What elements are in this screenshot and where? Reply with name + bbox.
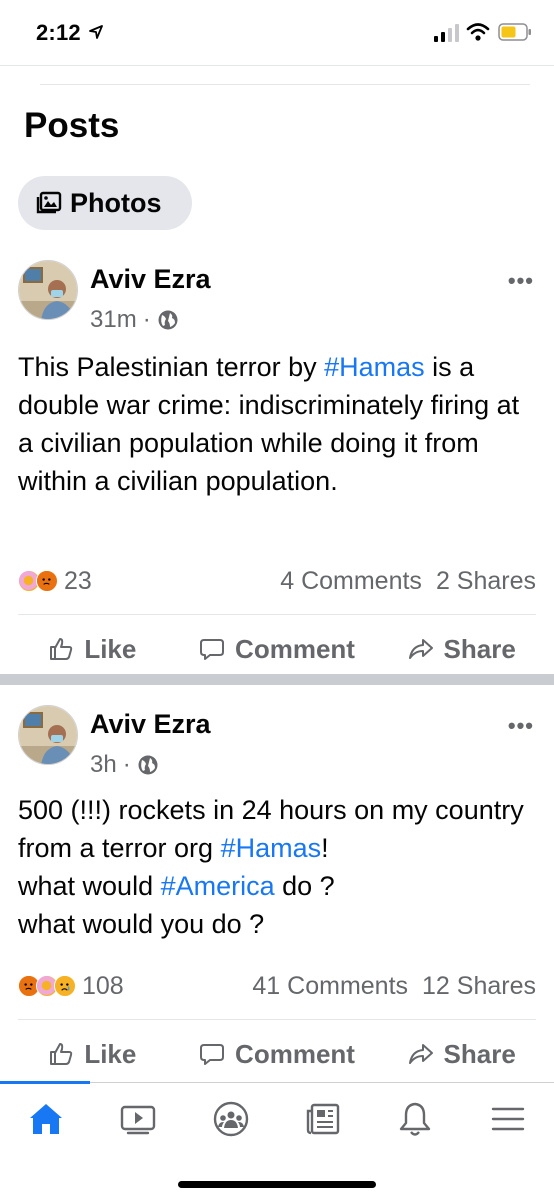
share-button[interactable]: Share — [369, 624, 554, 674]
photos-icon — [36, 191, 62, 214]
menu-icon — [491, 1107, 524, 1131]
hashtag-link[interactable]: #Hamas — [324, 352, 425, 382]
status-bar: 2:12 — [0, 0, 554, 66]
active-tab-indicator — [0, 1081, 90, 1084]
share-icon — [408, 639, 433, 659]
comments-count[interactable]: 41 Comments — [252, 972, 408, 1000]
watch-icon — [121, 1105, 156, 1135]
reactions-summary[interactable]: 23 — [18, 567, 92, 596]
home-indicator — [178, 1181, 376, 1188]
avatar-photo — [19, 261, 77, 319]
photos-label: Photos — [70, 187, 162, 218]
comment-icon — [200, 1044, 225, 1065]
tab-notifications[interactable] — [369, 1097, 461, 1141]
post-stats: 23 4 Comments 2 Shares — [18, 564, 536, 598]
posts-heading: Posts — [24, 106, 120, 145]
post-stats: 108 41 Comments 12 Shares — [18, 969, 536, 1003]
bottom-tab-bar — [0, 1081, 554, 1200]
author-name[interactable]: Aviv Ezra — [90, 709, 211, 740]
avatar[interactable] — [18, 705, 78, 765]
share-icon — [408, 1044, 433, 1064]
post-actions: Like Comment Share — [0, 624, 554, 674]
tab-groups[interactable] — [185, 1097, 277, 1141]
cellular-signal-icon — [434, 24, 459, 42]
more-options-icon[interactable]: ••• — [508, 268, 534, 294]
reaction-count: 108 — [82, 971, 124, 1000]
divider — [40, 84, 530, 85]
tab-watch[interactable] — [92, 1097, 184, 1141]
comment-button[interactable]: Comment — [185, 1029, 370, 1079]
news-icon — [306, 1103, 340, 1135]
hashtag-link[interactable]: #America — [161, 871, 275, 901]
globe-icon — [138, 755, 158, 775]
divider — [18, 614, 536, 615]
angry-icon — [36, 570, 58, 592]
photos-filter-button[interactable]: Photos — [18, 176, 192, 230]
post-text: This Palestinian terror by #Hamas is a d… — [18, 352, 520, 496]
sad-icon — [54, 975, 76, 997]
comment-button[interactable]: Comment — [185, 624, 370, 674]
shares-count[interactable]: 2 Shares — [436, 567, 536, 595]
post-meta: 31m · — [90, 306, 179, 334]
post-separator — [0, 674, 554, 685]
author-name[interactable]: Aviv Ezra — [90, 264, 211, 295]
comment-icon — [200, 639, 225, 660]
post-time[interactable]: 31m — [90, 306, 137, 334]
like-button[interactable]: Like — [0, 1029, 185, 1079]
shares-count[interactable]: 12 Shares — [422, 972, 536, 1000]
tab-news[interactable] — [277, 1097, 369, 1141]
post: Aviv Ezra 3h · ••• 500 (!!!) rockets in … — [0, 685, 554, 1079]
groups-icon — [213, 1101, 249, 1137]
post-time[interactable]: 3h — [90, 751, 117, 779]
location-arrow-icon — [89, 25, 103, 39]
thumbs-up-icon — [50, 1043, 73, 1065]
share-button[interactable]: Share — [369, 1029, 554, 1079]
avatar[interactable] — [18, 260, 78, 320]
home-icon — [30, 1104, 63, 1134]
thumbs-up-icon — [50, 638, 73, 660]
reactions-summary[interactable]: 108 — [18, 972, 124, 1001]
notifications-icon — [400, 1102, 431, 1136]
post-meta: 3h · — [90, 751, 159, 779]
avatar-photo — [19, 706, 77, 764]
like-button[interactable]: Like — [0, 624, 185, 674]
comments-count[interactable]: 4 Comments — [280, 567, 422, 595]
tab-home[interactable] — [0, 1097, 92, 1141]
post: Aviv Ezra 31m · ••• This Palestinian ter… — [0, 240, 554, 674]
reaction-count: 23 — [64, 566, 92, 595]
tab-menu[interactable] — [462, 1097, 554, 1141]
status-time: 2:12 — [36, 20, 81, 45]
divider — [18, 1019, 536, 1020]
post-actions: Like Comment Share — [0, 1029, 554, 1079]
hashtag-link[interactable]: #Hamas — [221, 833, 322, 863]
wifi-icon — [466, 23, 490, 41]
globe-icon — [158, 310, 178, 330]
battery-icon — [498, 23, 531, 41]
more-options-icon[interactable]: ••• — [508, 713, 534, 739]
post-text: 500 (!!!) rockets in 24 hours on my coun… — [18, 795, 524, 939]
